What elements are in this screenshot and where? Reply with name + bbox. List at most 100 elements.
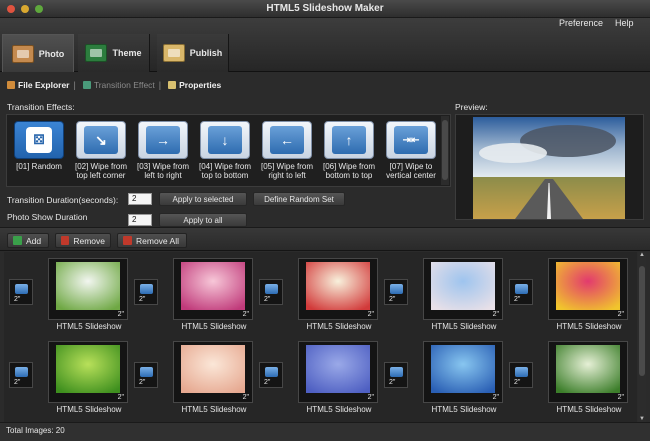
photo-label: HTML5 Slideshow	[56, 322, 122, 331]
photo-duration: 2"	[242, 394, 249, 401]
effect-button: ↘	[76, 121, 126, 159]
arrow-left-icon: ←	[270, 126, 304, 154]
effect-wipe-top-left[interactable]: ↘ [02] Wipe from top left corner	[73, 121, 129, 186]
remove-all-button-label: Remove All	[136, 235, 179, 246]
effect-wipe-left-right[interactable]: → [03] Wipe from left to right	[135, 121, 191, 186]
subtab-file-explorer[interactable]: File Explorer	[0, 80, 70, 90]
subtab-properties[interactable]: Properties	[161, 80, 221, 90]
transition-effect-icon	[390, 367, 403, 377]
effect-wipe-vertical-center[interactable]: ⇥⇤ [07] Wipe to vertical center	[383, 121, 439, 186]
photo-tile[interactable]: 2" HTML5 Slideshow	[419, 254, 505, 334]
subtab-transition-effect[interactable]: Transition Effect	[76, 80, 155, 90]
photo-tile[interactable]: 2" HTML5 Slideshow	[44, 337, 130, 417]
sub-tabs: File Explorer | Transition Effect | Prop…	[0, 76, 650, 94]
photo-tile[interactable]: 2" HTML5 Slideshow	[294, 337, 380, 417]
theme-icon	[85, 44, 108, 62]
transition-duration: 2"	[389, 379, 396, 386]
tab-photo-label: Photo	[38, 48, 65, 59]
effect-random[interactable]: ⚄ [01] Random	[11, 121, 67, 186]
photo-tile[interactable]: 2" HTML5 Slideshow	[544, 337, 630, 417]
photo-icon	[11, 44, 34, 63]
photo-tile[interactable]: 2" HTML5 Slideshow	[294, 254, 380, 334]
folder-icon	[7, 81, 15, 89]
arrows-center-icon: ⇥⇤	[394, 126, 428, 154]
transition-duration: 2"	[264, 296, 271, 303]
photo-duration: 2"	[367, 311, 374, 318]
effect-wipe-bottom-top[interactable]: ↑ [06] Wipe from bottom to top	[321, 121, 377, 186]
transition-duration-label: Transition Duration(seconds):	[7, 195, 119, 205]
publish-icon	[162, 44, 185, 62]
photo-toolbar: Add Remove Remove All	[0, 227, 650, 251]
tab-publish-label: Publish	[189, 48, 223, 58]
remove-all-button[interactable]: Remove All	[117, 233, 187, 248]
effect-label: [06] Wipe from bottom to top	[322, 162, 375, 180]
photo-duration: 2"	[117, 394, 124, 401]
transition-thumb[interactable]: 2"	[384, 279, 408, 305]
menu-help[interactable]: Help	[615, 18, 634, 28]
add-button[interactable]: Add	[7, 233, 49, 248]
tab-photo[interactable]: Photo	[2, 34, 74, 72]
transition-thumb[interactable]: 2"	[259, 362, 283, 388]
apply-to-selected-button[interactable]: Apply to selected	[159, 192, 247, 206]
properties-icon	[168, 81, 177, 89]
effect-label: [02] Wipe from top left corner	[74, 162, 127, 180]
transition-thumb[interactable]: 2"	[9, 279, 33, 305]
effect-button: ←	[262, 121, 312, 159]
app-title: HTML5 Slideshow Maker	[266, 3, 384, 14]
effect-label: [01] Random	[16, 162, 62, 171]
photo-show-duration-label: Photo Show Duration	[7, 212, 88, 222]
effect-button: ⇥⇤	[386, 121, 436, 159]
remove-button[interactable]: Remove	[55, 233, 111, 248]
transition-effect-icon	[140, 367, 153, 377]
photo-thumbnail	[556, 345, 620, 393]
photo-tile[interactable]: 2" HTML5 Slideshow	[44, 254, 130, 334]
transition-thumb[interactable]: 2"	[509, 362, 533, 388]
define-random-set-button[interactable]: Define Random Set	[253, 192, 345, 206]
transition-duration-input[interactable]: 2	[128, 193, 152, 205]
photo-frame: 2"	[173, 341, 253, 403]
menu-preference[interactable]: Preference	[559, 18, 603, 28]
photo-grid: 2" 2" HTML5 Slideshow 2" 2" HTML5 Slideshow 2"…	[4, 252, 637, 422]
photo-grid-scrollbar-thumb[interactable]	[639, 266, 645, 376]
tab-publish[interactable]: Publish	[157, 34, 229, 72]
tab-theme[interactable]: Theme	[78, 34, 150, 72]
transition-thumb[interactable]: 2"	[134, 279, 158, 305]
effect-wipe-top-bottom[interactable]: ↓ [04] Wipe from top to bottom	[197, 121, 253, 186]
transition-effect-icon	[265, 284, 278, 294]
effect-wipe-right-left[interactable]: ← [05] Wipe from right to left	[259, 121, 315, 186]
photo-grid-scrollbar[interactable]: ▲ ▼	[638, 252, 646, 422]
photo-tile[interactable]: 2" HTML5 Slideshow	[419, 337, 505, 417]
subtab-properties-label: Properties	[179, 80, 222, 90]
arrow-down-icon: ↓	[208, 126, 242, 154]
photo-thumbnail	[56, 345, 120, 393]
photo-label: HTML5 Slideshow	[306, 405, 372, 414]
effects-scrollbar[interactable]	[441, 116, 449, 185]
transition-thumb[interactable]: 2"	[259, 279, 283, 305]
effect-button: ↑	[324, 121, 374, 159]
scroll-up-icon[interactable]: ▲	[638, 252, 646, 258]
add-button-label: Add	[26, 235, 42, 246]
photo-label: HTML5 Slideshow	[431, 405, 497, 414]
preview-image	[473, 117, 625, 219]
transition-effect-icon	[265, 367, 278, 377]
photo-thumbnail	[306, 345, 370, 393]
apply-to-all-button[interactable]: Apply to all	[159, 213, 247, 227]
photo-label: HTML5 Slideshow	[556, 405, 622, 414]
photo-frame: 2"	[423, 341, 503, 403]
transition-thumb[interactable]: 2"	[134, 362, 158, 388]
photo-frame: 2"	[298, 341, 378, 403]
transition-effect-icon	[140, 284, 153, 294]
photo-duration: 2"	[617, 394, 624, 401]
transition-thumb[interactable]: 2"	[384, 362, 408, 388]
effects-scrollbar-thumb[interactable]	[442, 120, 448, 180]
transition-thumb[interactable]: 2"	[509, 279, 533, 305]
arrow-up-icon: ↑	[332, 126, 366, 154]
transition-thumb[interactable]: 2"	[9, 362, 33, 388]
photo-tile[interactable]: 2" HTML5 Slideshow	[169, 254, 255, 334]
transition-effect-icon	[515, 284, 528, 294]
photo-tile[interactable]: 2" HTML5 Slideshow	[169, 337, 255, 417]
transition-effects-heading: Transition Effects:	[7, 102, 75, 112]
transition-duration: 2"	[264, 379, 271, 386]
photo-show-duration-input[interactable]: 2	[128, 214, 152, 226]
photo-tile[interactable]: 2" HTML5 Slideshow	[544, 254, 630, 334]
